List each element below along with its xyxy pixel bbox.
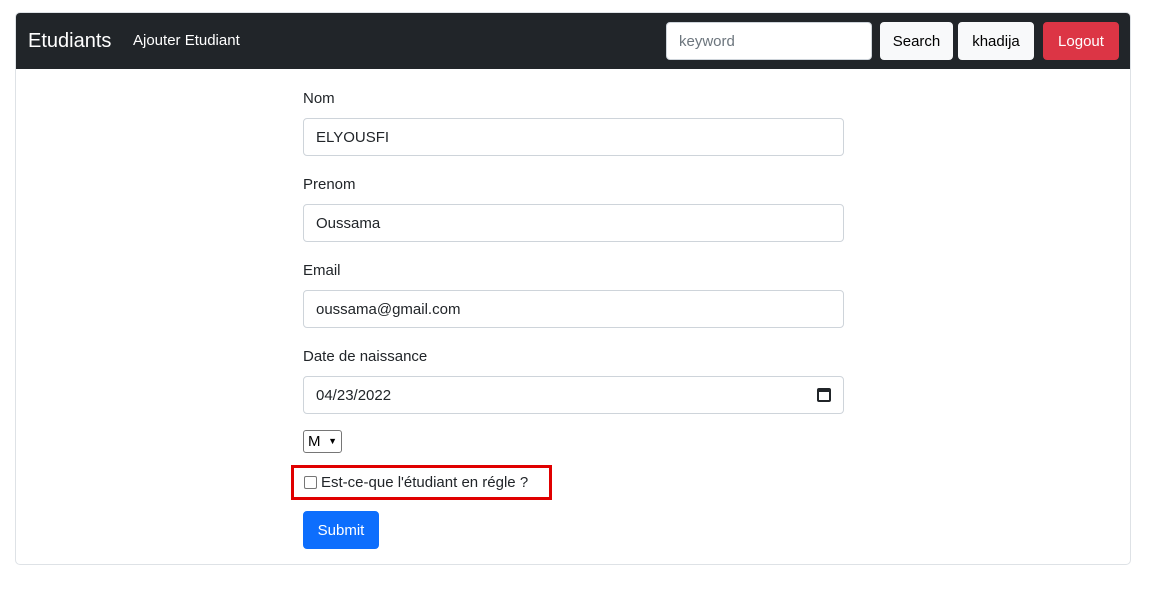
date-value: 04/23/2022 — [316, 386, 392, 404]
user-button[interactable]: khadija — [958, 22, 1034, 60]
search-button[interactable]: Search — [880, 22, 953, 60]
date-input[interactable]: 04/23/2022 — [303, 376, 844, 414]
search-input[interactable] — [666, 22, 872, 60]
logout-button[interactable]: Logout — [1043, 22, 1119, 60]
genre-select-value: M — [308, 433, 321, 450]
nom-value: ELYOUSFI — [316, 128, 390, 146]
nav-link-ajouter-etudiant[interactable]: Ajouter Etudiant — [133, 32, 240, 50]
calendar-icon[interactable] — [817, 388, 831, 402]
nom-label: Nom — [303, 90, 335, 107]
prenom-input[interactable]: Oussama — [303, 204, 844, 242]
chevron-down-icon: ▼ — [328, 436, 337, 446]
main-card: Etudiants Ajouter Etudiant Search khadij… — [15, 12, 1131, 565]
submit-button[interactable]: Submit — [303, 511, 379, 549]
genre-select[interactable]: M ▼ — [303, 430, 342, 453]
email-value: oussama@gmail.com — [316, 300, 461, 318]
navbar: Etudiants Ajouter Etudiant Search khadij… — [16, 13, 1130, 69]
email-label: Email — [303, 262, 341, 279]
en-regle-label[interactable]: Est-ce-que l'étudiant en régle ? — [321, 474, 528, 492]
navbar-brand[interactable]: Etudiants — [28, 29, 111, 53]
prenom-value: Oussama — [316, 214, 381, 232]
nom-input[interactable]: ELYOUSFI — [303, 118, 844, 156]
date-label: Date de naissance — [303, 348, 428, 365]
prenom-label: Prenom — [303, 176, 356, 193]
en-regle-checkbox[interactable] — [304, 476, 317, 489]
email-input[interactable]: oussama@gmail.com — [303, 290, 844, 328]
